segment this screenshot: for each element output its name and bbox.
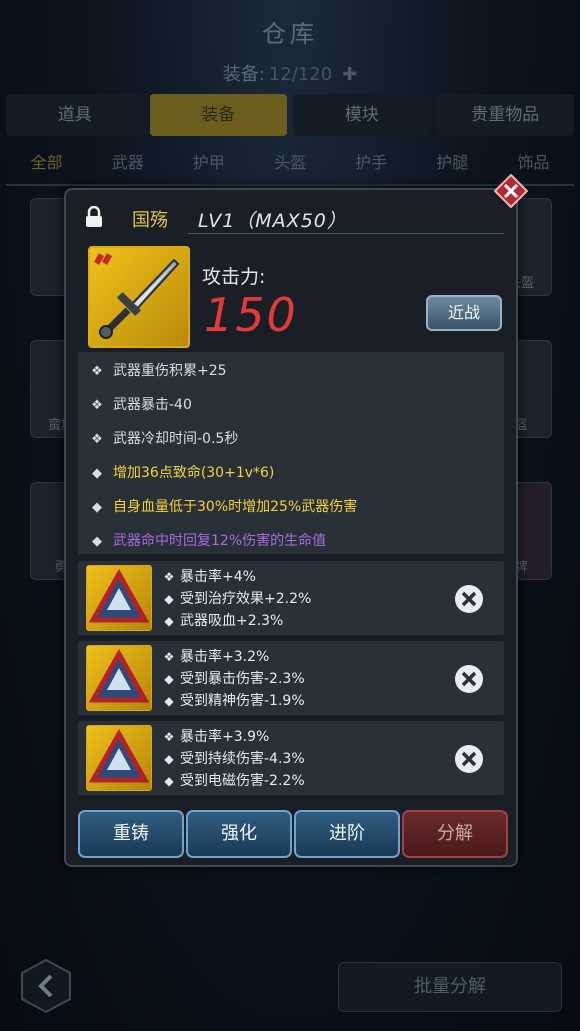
diamond-icon: ◆ (164, 592, 174, 606)
module-stat: ◆ 受到电磁伤害-2.2% (162, 770, 304, 790)
filter-armor[interactable]: 护甲 (168, 146, 249, 180)
item-level: LV1（MAX50） (198, 210, 347, 232)
title-divider (188, 233, 504, 234)
weapon-icon (88, 246, 190, 348)
module-slot: ❖ 暴击率+3.9% ◆ 受到持续伤害-4.3% ◆ 受到电磁伤害-2.2% (78, 721, 504, 795)
tab-modules[interactable]: 模块 (293, 94, 431, 136)
module-stat: ❖ 暴击率+3.2% (163, 649, 270, 665)
stat-line: ◆ 武器命中时回复12%伤害的生命值 (92, 533, 327, 549)
stat-line: ❖ 武器冷却时间-0.5秒 (91, 431, 239, 447)
back-arrow-icon (21, 958, 71, 1014)
filter-all[interactable]: 全部 (6, 146, 87, 180)
gear-diamond-icon: ❖ (163, 570, 175, 584)
expand-slots-icon[interactable]: ✚ (342, 64, 357, 85)
category-tabs: 道具 装备 模块 贵重物品 (6, 94, 574, 136)
advance-button[interactable]: 进阶 (294, 810, 400, 858)
module-slot: ❖ 暴击率+3.2% ◆ 受到暴击伤害-2.3% ◆ 受到精神伤害-1.9% (78, 641, 504, 715)
close-circle-icon (455, 665, 483, 693)
attack-label: 攻击力: (202, 266, 266, 288)
stat-line: ◆ 自身血量低于30%时增加25%武器伤害 (92, 499, 358, 515)
stat-line: ❖ 武器重伤积累+25 (91, 363, 227, 379)
tab-valuables[interactable]: 贵重物品 (436, 94, 574, 136)
gear-diamond-icon: ❖ (163, 730, 175, 744)
lock-icon[interactable] (84, 205, 104, 232)
diamond-icon: ◆ (164, 672, 174, 686)
tab-items[interactable]: 道具 (6, 94, 144, 136)
diamond-icon: ◆ (164, 752, 174, 766)
remove-module-button[interactable] (454, 664, 484, 694)
gear-diamond-icon: ❖ (91, 398, 103, 413)
tab-equipment[interactable]: 装备 (149, 94, 287, 136)
module-icon (86, 725, 152, 791)
close-circle-icon (455, 745, 483, 773)
diamond-icon: ◆ (164, 694, 174, 708)
filter-legs[interactable]: 护腿 (412, 146, 493, 180)
dismantle-button[interactable]: 分解 (402, 810, 508, 858)
gear-diamond-icon: ❖ (91, 364, 103, 379)
close-circle-icon (455, 585, 483, 613)
item-name: 国殇 (132, 210, 168, 231)
module-icon (86, 645, 152, 711)
module-slot: ❖ 暴击率+4% ◆ 受到治疗效果+2.2% ◆ 武器吸血+2.3% (78, 561, 504, 635)
module-stat: ◆ 受到精神伤害-1.9% (162, 690, 304, 710)
diamond-icon: ◆ (164, 774, 174, 788)
back-button[interactable] (20, 958, 72, 1014)
diamond-icon: ◆ (92, 500, 102, 515)
module-stat: ◆ 受到暴击伤害-2.3% (162, 668, 304, 688)
module-stat: ❖ 暴击率+3.9% (163, 729, 270, 745)
close-icon (493, 173, 529, 209)
filter-divider (6, 184, 574, 186)
gear-diamond-icon: ❖ (91, 432, 103, 447)
page-title: 仓库 (262, 20, 318, 48)
diamond-icon: ◆ (92, 534, 102, 549)
diamond-icon: ◆ (92, 466, 102, 481)
filter-tabs: 全部 武器 护甲 头盔 护手 护腿 饰品 (6, 146, 574, 180)
stat-line: ❖ 武器暴击-40 (91, 397, 192, 413)
attack-value: 150 (204, 288, 298, 342)
filter-gloves[interactable]: 护手 (331, 146, 412, 180)
filter-weapon[interactable]: 武器 (87, 146, 168, 180)
slot-count: 12/120 (268, 64, 333, 85)
weapon-type-badge[interactable]: 近战 (426, 295, 502, 331)
bulk-dismantle-button[interactable]: 批量分解 (338, 962, 562, 1012)
module-icon (86, 565, 152, 631)
module-stat: ❖ 暴击率+4% (163, 569, 256, 585)
diamond-icon: ◆ (164, 614, 174, 628)
module-stat: ◆ 受到治疗效果+2.2% (162, 588, 311, 608)
stat-line: ◆ 增加36点致命(30+1v*6) (92, 465, 275, 481)
recast-button[interactable]: 重铸 (78, 810, 184, 858)
stat-list: ❖ 武器重伤积累+25 ❖ 武器暴击-40 ❖ 武器冷却时间-0.5秒 ◆ 增加36点致… (78, 352, 504, 554)
close-button[interactable] (493, 173, 529, 209)
remove-module-button[interactable] (454, 744, 484, 774)
enhance-button[interactable]: 强化 (186, 810, 292, 858)
module-stat: ◆ 武器吸血+2.3% (162, 610, 283, 630)
slot-label: 装备: (222, 64, 265, 85)
remove-module-button[interactable] (454, 584, 484, 614)
gear-diamond-icon: ❖ (163, 650, 175, 664)
filter-helmet[interactable]: 头盔 (249, 146, 330, 180)
module-stat: ◆ 受到持续伤害-4.3% (162, 748, 304, 768)
slot-counter: 装备: 12/120 ✚ (0, 60, 580, 86)
